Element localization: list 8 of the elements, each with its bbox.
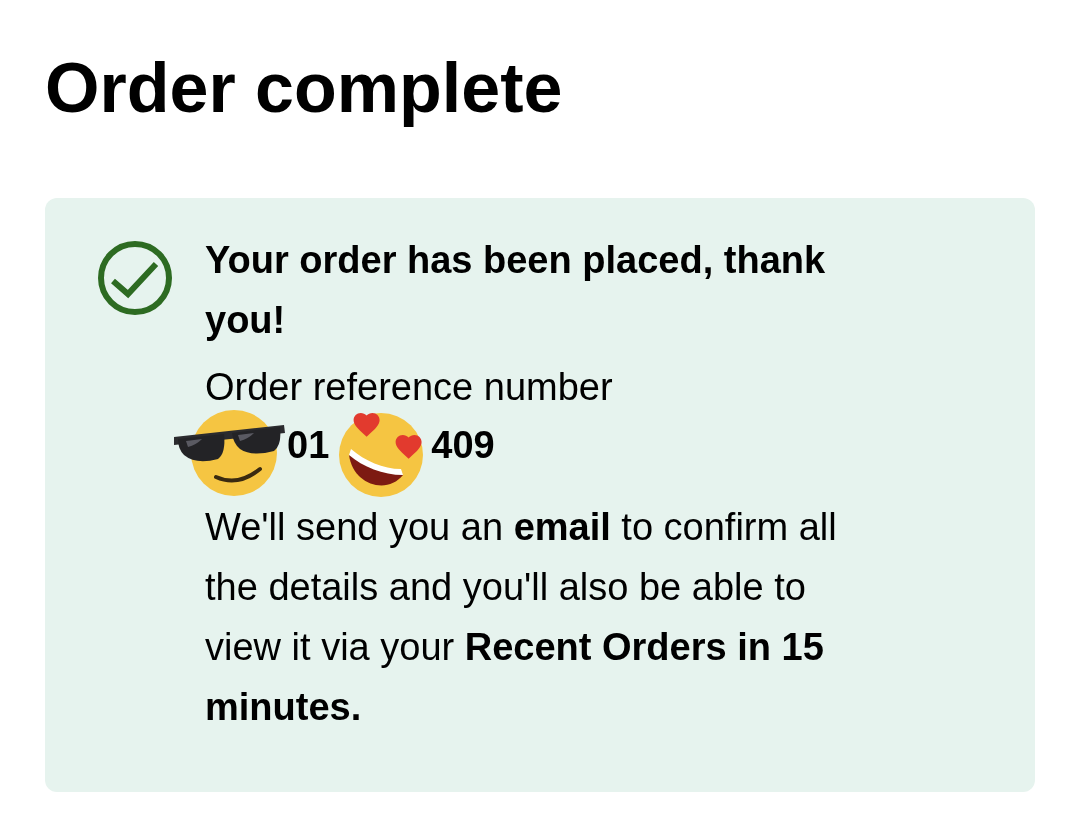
confirmation-heading: Your order has been placed, thank you! bbox=[205, 238, 827, 343]
sunglasses-face-icon bbox=[172, 409, 287, 497]
confirmation-message: We'll send you an email to confirm all the details and you'll also be able to view it via your Recent Orders in 15 minutes. bbox=[205, 505, 838, 730]
page-title: Order complete bbox=[45, 48, 563, 128]
reference-number-fragment: 01 bbox=[287, 423, 330, 467]
check-circle-icon bbox=[98, 241, 172, 315]
reference-number-fragment: 409 bbox=[431, 423, 495, 467]
reference-label: Order reference number bbox=[205, 365, 613, 409]
